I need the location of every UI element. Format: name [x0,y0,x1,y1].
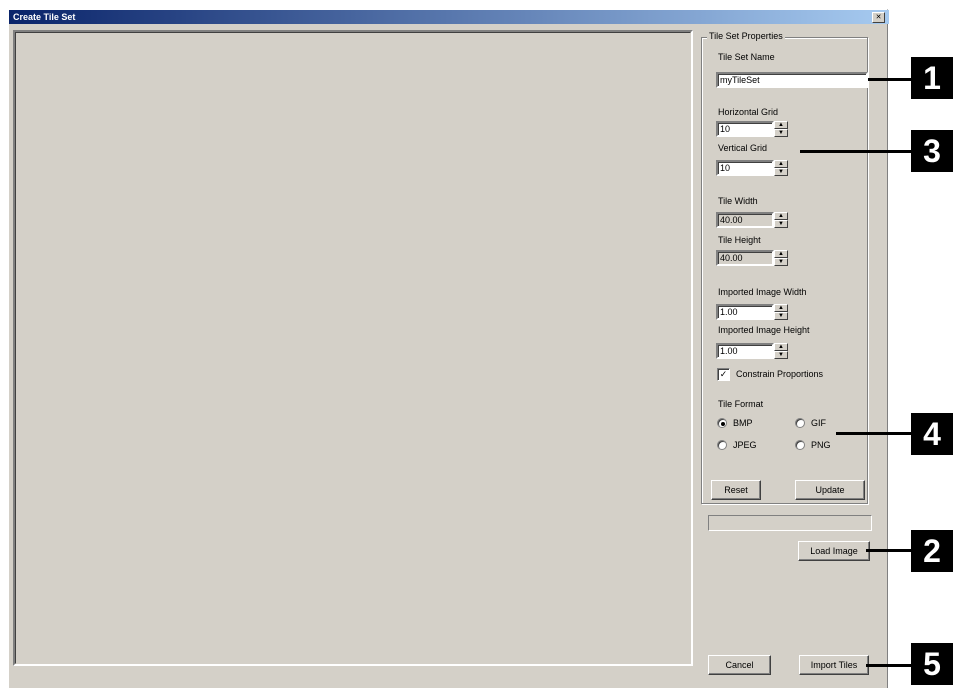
format-bmp-label: BMP [733,418,753,428]
tile-set-name-input[interactable]: myTileSet [716,72,868,88]
horizontal-grid-label: Horizontal Grid [718,107,779,117]
imported-width-input[interactable]: 1.00 [716,304,774,320]
image-preview-canvas[interactable] [13,30,693,666]
title-bar[interactable]: Create Tile Set ✕ [9,10,889,24]
spin-down-icon[interactable]: ▼ [774,220,788,228]
imported-height-stepper[interactable]: 1.00 ▲ ▼ [716,343,788,359]
tile-width-label: Tile Width [718,196,758,206]
callout-2: 2 [911,530,953,572]
spin-down-icon[interactable]: ▼ [774,351,788,359]
tile-width-stepper[interactable]: 40.00 ▲ ▼ [716,212,788,228]
spin-down-icon[interactable]: ▼ [774,168,788,176]
format-jpeg-label: JPEG [733,440,757,450]
spin-down-icon[interactable]: ▼ [774,129,788,137]
horizontal-grid-input[interactable]: 10 [716,121,774,137]
spin-up-icon[interactable]: ▲ [774,121,788,129]
callout-1: 1 [911,57,953,99]
spin-up-icon[interactable]: ▲ [774,212,788,220]
tile-set-name-label: Tile Set Name [718,52,775,62]
format-bmp-radio[interactable] [717,418,727,428]
tile-width-input[interactable]: 40.00 [716,212,774,228]
horizontal-grid-stepper[interactable]: 10 ▲ ▼ [716,121,788,137]
callout-line-1 [868,78,912,81]
canvas-inner-border [15,32,691,664]
callout-line-3 [800,150,911,153]
spin-up-icon[interactable]: ▲ [774,250,788,258]
imported-width-label: Imported Image Width [718,287,807,297]
load-image-button[interactable]: Load Image [798,541,870,561]
reset-button[interactable]: Reset [711,480,761,500]
callout-line-5 [866,664,911,667]
import-tiles-button[interactable]: Import Tiles [799,655,869,675]
update-button[interactable]: Update [795,480,865,500]
callout-3: 3 [911,130,953,172]
tile-format-label: Tile Format [718,399,764,409]
format-png-label: PNG [811,440,831,450]
spin-down-icon[interactable]: ▼ [774,258,788,266]
vertical-grid-label: Vertical Grid [718,143,768,153]
callout-5: 5 [911,643,953,685]
tile-height-label: Tile Height [718,235,761,245]
imported-height-input[interactable]: 1.00 [716,343,774,359]
format-png-radio[interactable] [795,440,805,450]
constrain-proportions-checkbox[interactable]: ✓ [717,368,730,381]
callout-line-2 [866,549,911,552]
spin-up-icon[interactable]: ▲ [774,343,788,351]
vertical-grid-stepper[interactable]: 10 ▲ ▼ [716,160,788,176]
cancel-button[interactable]: Cancel [708,655,771,675]
format-gif-radio[interactable] [795,418,805,428]
close-icon[interactable]: ✕ [872,12,885,23]
callout-4: 4 [911,413,953,455]
window-title: Create Tile Set [13,12,76,22]
spin-up-icon[interactable]: ▲ [774,160,788,168]
spin-down-icon[interactable]: ▼ [774,312,788,320]
spin-up-icon[interactable]: ▲ [774,304,788,312]
imported-height-label: Imported Image Height [718,325,810,335]
constrain-proportions-label: Constrain Proportions [736,369,824,379]
progress-bar [708,515,872,531]
group-title: Tile Set Properties [707,31,785,41]
imported-width-stepper[interactable]: 1.00 ▲ ▼ [716,304,788,320]
vertical-grid-input[interactable]: 10 [716,160,774,176]
tile-height-stepper[interactable]: 40.00 ▲ ▼ [716,250,788,266]
format-gif-label: GIF [811,418,826,428]
tile-height-input[interactable]: 40.00 [716,250,774,266]
format-jpeg-radio[interactable] [717,440,727,450]
callout-line-4 [836,432,911,435]
